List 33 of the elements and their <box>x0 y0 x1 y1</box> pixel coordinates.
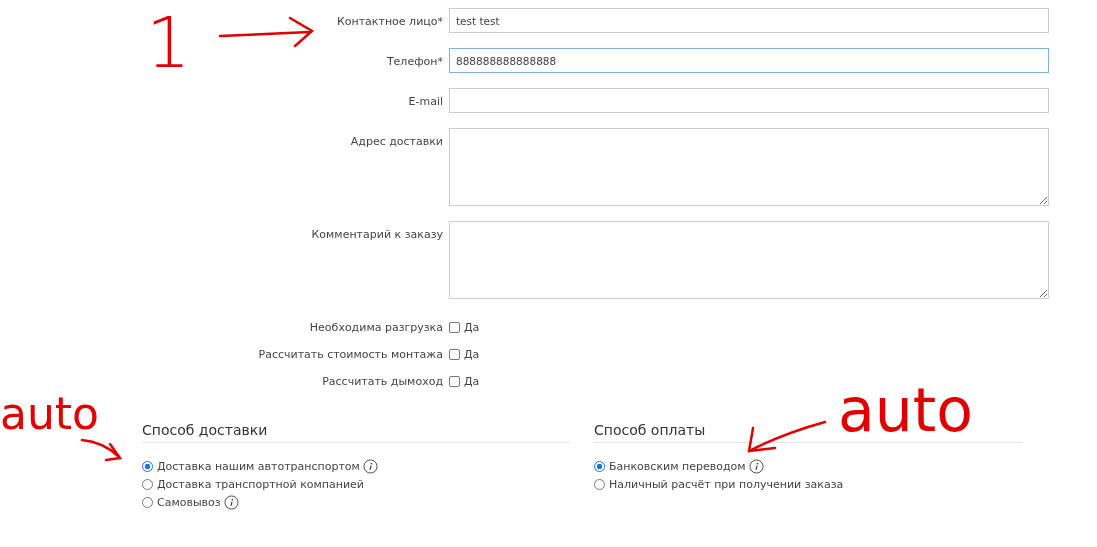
info-icon[interactable] <box>362 458 378 474</box>
radio-button[interactable] <box>594 478 605 490</box>
radio-button[interactable] <box>142 496 153 508</box>
field-label: Контактное лицо* <box>337 15 443 28</box>
handwritten-note: auto <box>0 392 100 436</box>
checkbox-label: Рассчитать дымоход <box>322 375 443 388</box>
radio-button[interactable] <box>594 460 605 472</box>
checkbox[interactable] <box>449 376 460 387</box>
handwritten-note: 1 <box>146 8 191 78</box>
checkbox-option: Да <box>464 348 480 361</box>
input-field[interactable] <box>449 88 1049 113</box>
info-icon[interactable] <box>748 458 764 474</box>
radio-label: Наличный расчёт при получении заказа <box>609 477 844 491</box>
section-heading: Способ доставки <box>142 422 570 443</box>
input-field[interactable]: 888888888888888 <box>449 48 1049 73</box>
field-label: Адрес доставки <box>350 135 443 148</box>
checkbox[interactable] <box>449 322 460 333</box>
radio-button[interactable] <box>142 478 153 490</box>
radio-label: Доставка транспортной компанией <box>157 477 364 491</box>
checkbox-label: Необходима разгрузка <box>309 321 443 334</box>
field-label: Телефон* <box>386 55 443 68</box>
field-label: E-mail <box>408 95 443 108</box>
radio-button[interactable] <box>142 460 153 472</box>
checkbox[interactable] <box>449 349 460 360</box>
checkbox-label: Рассчитать стоимость монтажа <box>258 348 443 361</box>
field-label: Комментарий к заказу <box>311 228 443 241</box>
info-icon[interactable] <box>223 494 239 510</box>
checkbox-option: Да <box>464 321 480 334</box>
checkbox-option: Да <box>464 375 480 388</box>
input-field[interactable]: test test <box>449 8 1049 33</box>
radio-label: Доставка нашим автотранспортом <box>157 459 360 473</box>
radio-label: Банковским переводом <box>609 459 746 473</box>
radio-label: Самовывоз <box>157 495 221 509</box>
